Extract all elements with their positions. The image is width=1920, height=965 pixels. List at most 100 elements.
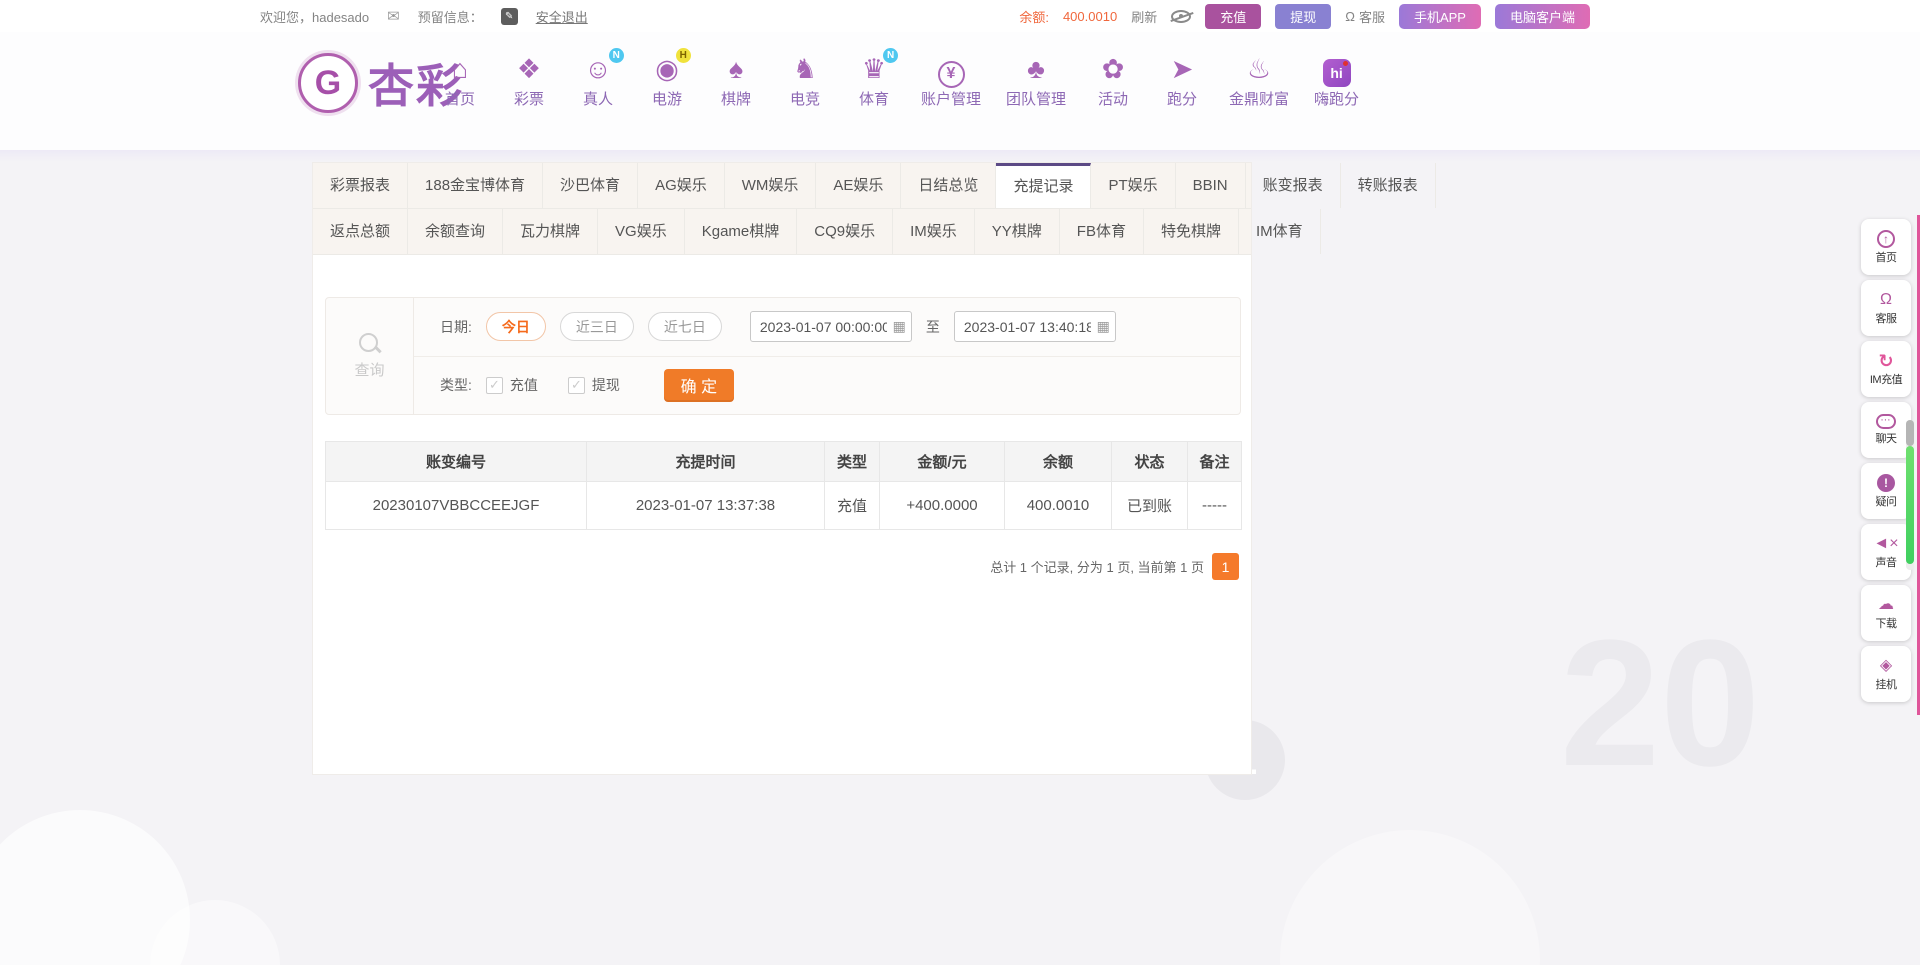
hot-badge: H [676, 48, 691, 63]
sidebar-item-home[interactable]: ↑ 首页 [1861, 219, 1911, 275]
pagination-summary: 总计 1 个记录, 分为 1 页, 当前第 1 页 [990, 557, 1204, 576]
nav-promotions[interactable]: ✿ 活动 [1091, 52, 1135, 109]
trophy-icon: ♛N [862, 52, 886, 86]
nav-egames[interactable]: ◉H 电游 [645, 52, 689, 109]
recharge-checkbox[interactable]: ✓ [486, 377, 503, 394]
tab-im-sports[interactable]: IM体育 [1239, 209, 1321, 254]
sidebar-item-sound[interactable]: ◄× 声音 [1861, 524, 1911, 580]
hi-app-icon: hi [1323, 52, 1351, 86]
new-badge: N [883, 48, 898, 63]
tab-cq9[interactable]: CQ9娱乐 [797, 209, 893, 254]
recharge-button[interactable]: 充值 [1205, 4, 1261, 29]
customer-service-link[interactable]: Ω客服 [1345, 7, 1385, 26]
tab-recharge-withdraw-records[interactable]: 充提记录 [996, 163, 1091, 208]
nav-team-management[interactable]: ♣ 团队管理 [1006, 52, 1066, 109]
mobile-app-button[interactable]: 手机APP [1399, 4, 1481, 29]
pagination: 总计 1 个记录, 分为 1 页, 当前第 1 页 1 [990, 553, 1239, 580]
tab-kgame[interactable]: Kgame棋牌 [685, 209, 798, 254]
tab-ag[interactable]: AG娱乐 [638, 163, 725, 208]
scrollbar-green-thumb[interactable] [1906, 446, 1914, 564]
nav-live-casino[interactable]: ☺N 真人 [576, 52, 620, 109]
nav-lottery[interactable]: ❖ 彩票 [507, 52, 551, 109]
confirm-button[interactable]: 确 定 [664, 369, 734, 402]
withdraw-checkbox-group: ✓ 提现 [568, 375, 620, 395]
nav-home[interactable]: ⌂ 首页 [438, 52, 482, 109]
page-1-button[interactable]: 1 [1212, 553, 1239, 580]
tab-pt[interactable]: PT娱乐 [1091, 163, 1175, 208]
logout-link[interactable]: 安全退出 [536, 7, 588, 26]
to-label: 至 [926, 317, 940, 337]
edit-icon[interactable]: ✎ [501, 8, 518, 25]
date-from-input[interactable] [750, 311, 912, 342]
exclamation-icon: ! [1877, 474, 1895, 492]
tab-rebate-total[interactable]: 返点总额 [313, 209, 408, 254]
tab-im[interactable]: IM娱乐 [893, 209, 975, 254]
sidebar-item-idle[interactable]: ◈ 挂机 [1861, 646, 1911, 702]
sidebar-item-im-recharge[interactable]: ↻ IM充值 [1861, 341, 1911, 397]
tab-balance-query[interactable]: 余额查询 [408, 209, 503, 254]
mail-icon[interactable]: ✉ [387, 7, 400, 25]
refresh-link[interactable]: 刷新 [1131, 7, 1157, 26]
gamepad-icon: ◉H [655, 52, 679, 86]
tab-188-sports[interactable]: 188金宝博体育 [408, 163, 543, 208]
type-label: 类型: [440, 375, 472, 395]
tab-fb-sports[interactable]: FB体育 [1060, 209, 1144, 254]
tab-daily-summary[interactable]: 日结总览 [901, 163, 996, 208]
nav-paofen[interactable]: ➤ 跑分 [1160, 52, 1204, 109]
col-type: 类型 [825, 442, 880, 482]
tab-wali-cards[interactable]: 瓦力棋牌 [503, 209, 598, 254]
tab-saba-sports[interactable]: 沙巴体育 [543, 163, 638, 208]
tab-vg[interactable]: VG娱乐 [598, 209, 685, 254]
esports-icon: ♞ [793, 52, 817, 86]
search-side: 查询 [326, 298, 414, 414]
tab-account-change-report[interactable]: 账变报表 [1246, 163, 1341, 208]
filter-main: 日期: 今日 近三日 近七日 ▦ 至 ▦ 类型: ✓ 充值 [414, 298, 1240, 414]
home-icon: ⌂ [452, 52, 468, 86]
topbar: 欢迎您，hadesado ✉ 预留信息： ✎ 安全退出 余额: 400.0010… [0, 0, 1920, 32]
yuan-coin-icon: ¥ [938, 52, 965, 86]
nav-hi-paofen[interactable]: hi 嗨跑分 [1314, 52, 1359, 109]
quick-today-button[interactable]: 今日 [486, 312, 546, 341]
withdraw-checkbox[interactable]: ✓ [568, 377, 585, 394]
sidebar-item-service[interactable]: Ω 客服 [1861, 280, 1911, 336]
sidebar-item-download[interactable]: ☁ 下载 [1861, 585, 1911, 641]
filter-box: 查询 日期: 今日 近三日 近七日 ▦ 至 ▦ 类型: [325, 297, 1241, 415]
nav-jinding-wealth[interactable]: ♨ 金鼎财富 [1229, 52, 1289, 109]
nav-sports[interactable]: ♛N 体育 [852, 52, 896, 109]
calendar-icon[interactable]: ▦ [893, 318, 906, 335]
nav-esports[interactable]: ♞ 电竞 [783, 52, 827, 109]
table-header-row: 账变编号 充提时间 类型 金额/元 余额 状态 备注 [326, 442, 1242, 482]
hide-balance-eye-icon[interactable] [1171, 10, 1191, 23]
up-arrow-icon: ↑ [1877, 230, 1895, 248]
calendar-icon[interactable]: ▦ [1097, 318, 1110, 335]
decor-circle [1280, 830, 1540, 965]
quick-7days-button[interactable]: 近七日 [648, 312, 722, 341]
cell-balance: 400.0010 [1005, 482, 1112, 530]
sidebar-item-chat[interactable]: ⋯ 聊天 [1861, 402, 1911, 458]
tab-bbin[interactable]: BBIN [1176, 163, 1246, 208]
quick-3days-button[interactable]: 近三日 [560, 312, 634, 341]
withdraw-button[interactable]: 提现 [1275, 4, 1331, 29]
scrollbar-track[interactable] [1906, 420, 1914, 570]
new-badge: N [609, 48, 624, 63]
tab-yy-cards[interactable]: YY棋牌 [975, 209, 1060, 254]
sidebar-item-questions[interactable]: ! 疑问 [1861, 463, 1911, 519]
headset-icon: Ω [1880, 291, 1892, 309]
tab-transfer-report[interactable]: 转账报表 [1341, 163, 1436, 208]
tab-wm[interactable]: WM娱乐 [725, 163, 817, 208]
tab-ae[interactable]: AE娱乐 [816, 163, 901, 208]
logo-monogram-icon: G [298, 53, 358, 113]
col-time: 充提时间 [587, 442, 825, 482]
scrollbar-gray-segment[interactable] [1906, 420, 1914, 446]
recharge-checkbox-group: ✓ 充值 [486, 375, 538, 395]
date-to-input[interactable] [954, 311, 1116, 342]
nav-account-management[interactable]: ¥ 账户管理 [921, 52, 981, 109]
balance-value: 400.0010 [1063, 9, 1117, 24]
headset-icon: Ω [1345, 9, 1355, 24]
nav-chess-cards[interactable]: ♠ 棋牌 [714, 52, 758, 109]
pc-client-button[interactable]: 电脑客户端 [1495, 4, 1590, 29]
header: G 杏彩 ⌂ 首页 ❖ 彩票 ☺N 真人 ◉H 电游 ♠ 棋牌 ♞ 电竞 ♛N … [0, 32, 1920, 152]
tab-lottery-report[interactable]: 彩票报表 [313, 163, 408, 208]
tab-temian-cards[interactable]: 特免棋牌 [1144, 209, 1239, 254]
col-account-change-id: 账变编号 [326, 442, 587, 482]
